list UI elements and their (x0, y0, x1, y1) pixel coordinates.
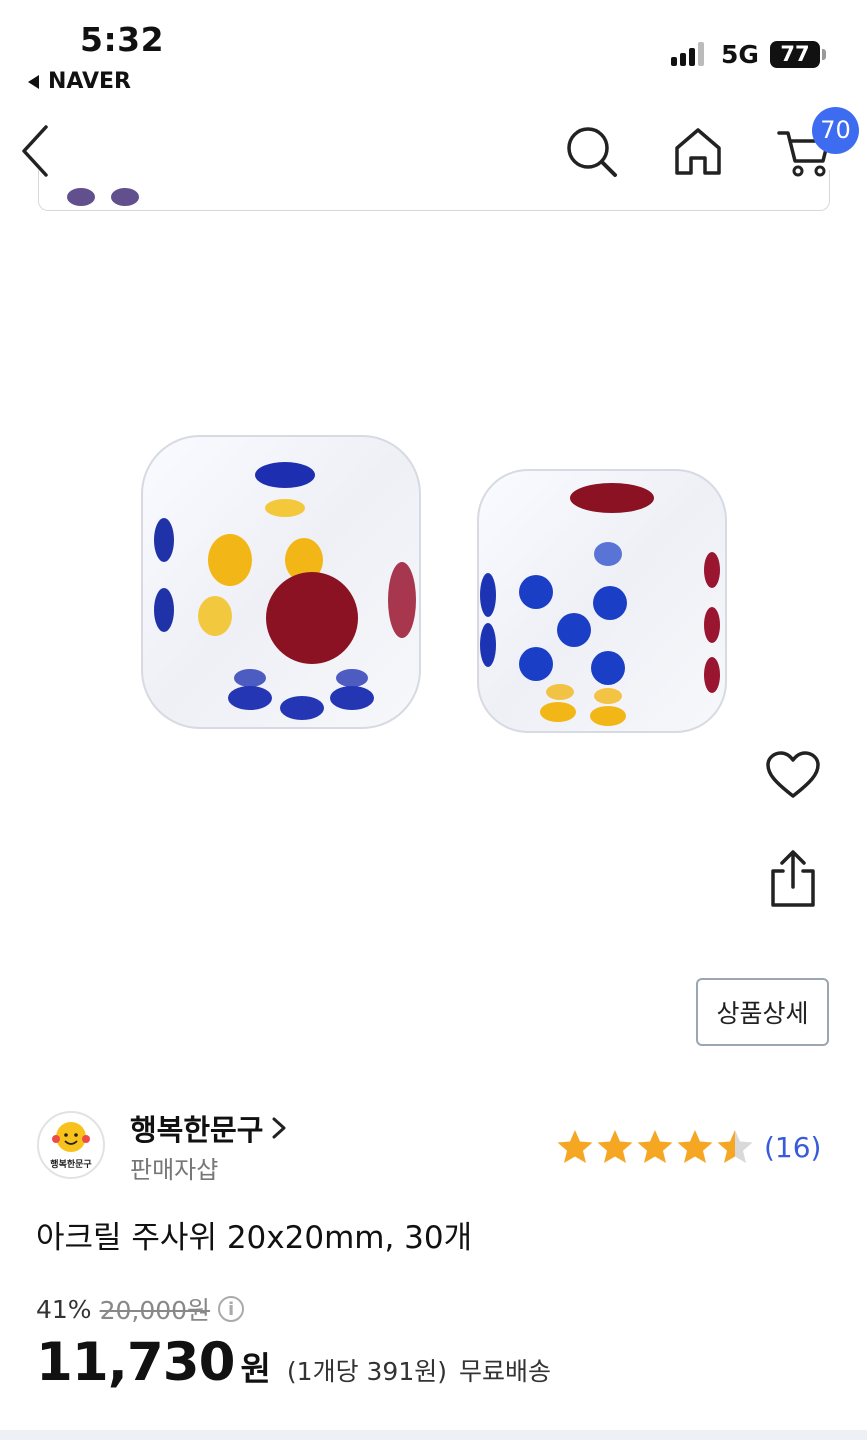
share-button[interactable] (758, 844, 828, 914)
info-icon[interactable]: i (218, 1296, 245, 1322)
thumbnail-strip[interactable] (38, 170, 830, 211)
die-left (141, 435, 421, 729)
unit-price: (1개당 391원) (286, 1357, 447, 1386)
discount-rate: 41% (36, 1294, 92, 1324)
product-image[interactable] (120, 420, 750, 750)
original-price: 20,000원 (99, 1296, 211, 1325)
cart-count-badge: 70 (812, 107, 859, 154)
product-detail-button[interactable]: 상품상세 (696, 978, 829, 1046)
discount-row: 41% 20,000원 i (36, 1291, 245, 1327)
star-icon (557, 1130, 593, 1163)
share-icon (771, 850, 815, 907)
star-icon (677, 1130, 713, 1163)
seller-name: 행복한문구 (130, 1113, 264, 1147)
wishlist-button[interactable] (758, 740, 828, 810)
status-time: 5:32 (80, 20, 165, 59)
star-icon (717, 1130, 753, 1163)
review-count-link[interactable]: (16) (764, 1131, 821, 1164)
back-to-app-link[interactable]: NAVER (28, 69, 131, 94)
seller-type: 판매자샵 (130, 1156, 219, 1184)
cellular-signal-icon (671, 42, 704, 66)
back-triangle-icon (28, 74, 39, 89)
shipping-info: 무료배송 (458, 1357, 551, 1386)
rating-stars (556, 1128, 754, 1166)
product-title: 아크릴 주사위 20x20mm, 30개 (36, 1220, 473, 1256)
bottom-divider (0, 1430, 867, 1440)
network-type: 5G (721, 40, 759, 69)
star-icon (637, 1130, 673, 1163)
sale-price: 11,730 (36, 1332, 236, 1393)
heart-icon (766, 751, 820, 798)
seller-logo[interactable]: 행복한문구 (36, 1110, 106, 1180)
die-right (477, 469, 727, 733)
seller-logo-text: 행복한문구 (50, 1158, 91, 1170)
price-row: 11,730 원 (1개당 391원) 무료배송 (36, 1332, 551, 1393)
battery-level: 77 (770, 41, 820, 68)
seller-name-link[interactable]: 행복한문구 (130, 1107, 287, 1149)
battery-nub-icon (822, 49, 826, 60)
chevron-right-icon (272, 1117, 286, 1139)
back-app-label: NAVER (48, 69, 131, 94)
star-icon (597, 1130, 633, 1163)
price-currency: 원 (240, 1349, 271, 1388)
